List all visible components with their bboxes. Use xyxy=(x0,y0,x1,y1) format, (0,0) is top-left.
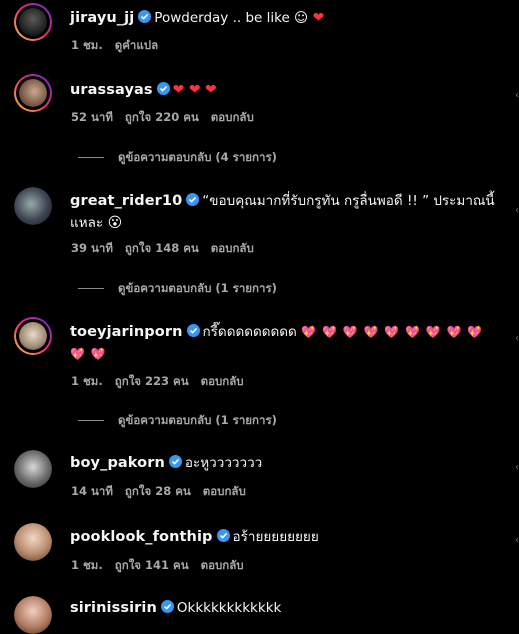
like-count[interactable]: ถูกใจ 148 คน xyxy=(125,241,199,255)
like-count[interactable]: ถูกใจ 28 คน xyxy=(125,484,191,498)
translate-link[interactable]: ดูคำแปล xyxy=(115,38,158,52)
like-count[interactable]: ถูกใจ 220 คน xyxy=(125,110,199,124)
like-icon[interactable]: ‹ xyxy=(515,90,519,101)
reply-button[interactable]: ตอบกลับ xyxy=(211,110,254,124)
view-replies-button[interactable]: ดูข้อความตอบกลับ (1 รายการ) xyxy=(78,280,277,298)
avatar[interactable] xyxy=(14,523,52,561)
verified-badge-icon xyxy=(156,82,170,95)
view-replies-label: ดูข้อความตอบกลับ (1 รายการ) xyxy=(118,413,277,427)
like-column: ‹ ‹ ‹ ‹ ‹ xyxy=(515,0,519,615)
avatar[interactable] xyxy=(14,596,52,634)
avatar[interactable] xyxy=(14,450,52,488)
verified-badge-icon xyxy=(160,600,174,613)
heart-emoji: ❤ xyxy=(312,10,325,26)
like-count[interactable]: ถูกใจ 141 คน xyxy=(115,558,189,572)
comment-text: อะหูววววววว xyxy=(184,455,263,471)
verified-badge-icon xyxy=(186,324,200,337)
divider xyxy=(78,420,104,421)
comment-text: อร้ายยยยยยยย xyxy=(232,529,319,545)
reply-button[interactable]: ตอบกลับ xyxy=(201,374,244,388)
reply-button[interactable]: ตอบกลับ xyxy=(201,558,244,572)
verified-badge-icon xyxy=(168,455,182,468)
username[interactable]: pooklook_fonthip xyxy=(70,529,213,545)
username[interactable]: jirayu_jj xyxy=(70,10,134,26)
like-icon[interactable]: ‹ xyxy=(515,535,519,546)
username[interactable]: great_rider10 xyxy=(70,193,182,209)
like-icon[interactable]: ‹ xyxy=(515,205,519,216)
surprised-emoji: 😮 xyxy=(107,215,123,231)
verified-badge-icon xyxy=(216,529,230,542)
comment-text: Powderday .. be like ☺ xyxy=(154,10,309,26)
comment-time: 14 นาที xyxy=(71,484,113,498)
avatar[interactable] xyxy=(14,317,52,355)
view-replies-label: ดูข้อความตอบกลับ (1 รายการ) xyxy=(118,281,277,295)
username[interactable]: boy_pakorn xyxy=(70,455,165,471)
comment-text: Okkkkkkkkkkkk xyxy=(176,600,282,616)
view-replies-label: ดูข้อความตอบกลับ (4 รายการ) xyxy=(118,150,277,164)
reply-button[interactable]: ตอบกลับ xyxy=(203,484,246,498)
avatar[interactable] xyxy=(14,3,52,41)
reply-button[interactable]: ตอบกลับ xyxy=(211,241,254,255)
heart-emoji: ❤ ❤ ❤ xyxy=(172,82,217,98)
view-replies-button[interactable]: ดูข้อความตอบกลับ (4 รายการ) xyxy=(78,149,277,167)
view-replies-button[interactable]: ดูข้อความตอบกลับ (1 รายการ) xyxy=(78,412,277,430)
comment-time: 1 ชม. xyxy=(71,374,103,388)
username[interactable]: toeyjarinporn xyxy=(70,324,183,340)
comment-text: กรี๊ดดดดดดดดด xyxy=(202,324,297,340)
avatar[interactable] xyxy=(14,187,52,225)
avatar[interactable] xyxy=(14,74,52,112)
divider xyxy=(78,157,104,158)
username[interactable]: urassayas xyxy=(70,82,153,98)
like-icon[interactable]: ‹ xyxy=(515,462,519,473)
username[interactable]: sirinissirin xyxy=(70,600,157,616)
like-icon[interactable]: ‹ xyxy=(515,333,519,344)
like-count[interactable]: ถูกใจ 223 คน xyxy=(115,374,189,388)
verified-badge-icon xyxy=(186,193,200,206)
comment-time: 52 นาที xyxy=(71,110,113,124)
comment-time: 39 นาที xyxy=(71,241,113,255)
comment-time: 1 ชม. xyxy=(71,38,103,52)
comment-time: 1 ชม. xyxy=(71,558,103,572)
verified-badge-icon xyxy=(138,10,152,23)
divider xyxy=(78,288,104,289)
